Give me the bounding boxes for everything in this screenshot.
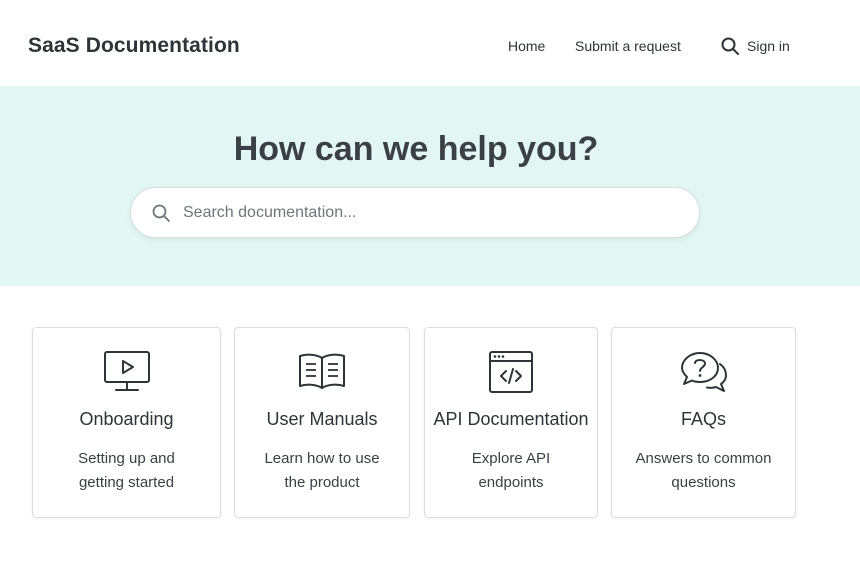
category-card-onboarding[interactable]: Onboarding Setting up and getting starte… [32, 327, 221, 518]
card-description: Setting up and getting started [45, 447, 208, 495]
card-description-line: the product [284, 474, 360, 491]
card-description-line: Explore API [471, 450, 551, 467]
sign-in-link[interactable]: Sign in [747, 38, 790, 54]
card-description-line: getting started [78, 474, 175, 491]
search-box[interactable] [130, 187, 700, 238]
card-title: API Documentation [433, 409, 589, 429]
question-chat-icon [680, 350, 728, 394]
card-description: Learn how to use the product [247, 447, 397, 495]
card-title: User Manuals [266, 409, 378, 429]
category-card-faqs[interactable]: FAQs Answers to common questions [611, 327, 796, 518]
nav-submit-request-link[interactable]: Submit a request [575, 38, 681, 54]
card-description: Explore API endpoints [437, 447, 585, 495]
card-title: FAQs [680, 409, 726, 429]
site-header: SaaS Documentation Home Submit a request… [0, 0, 860, 86]
nav-home-link[interactable]: Home [508, 38, 545, 54]
video-monitor-icon [103, 350, 151, 394]
brand-title[interactable]: SaaS Documentation [28, 34, 240, 58]
hero-title: How can we help you? [233, 130, 599, 168]
card-description-line: questions [671, 474, 736, 491]
card-title: Onboarding [79, 409, 174, 429]
hero-section: How can we help you? [0, 86, 860, 286]
card-description-line: Setting up and [78, 450, 175, 467]
category-card-api-documentation[interactable]: API Documentation Explore API endpoints [424, 327, 598, 518]
search-icon[interactable] [720, 36, 740, 56]
book-icon [298, 350, 346, 394]
card-description-line: Answers to common [635, 450, 772, 467]
card-description: Answers to common questions [624, 447, 783, 495]
search-input[interactable] [183, 188, 683, 237]
category-card-user-manuals[interactable]: User Manuals Learn how to use the produc… [234, 327, 410, 518]
card-description-line: Learn how to use [264, 450, 380, 467]
card-description-line: endpoints [478, 474, 544, 491]
code-window-icon [487, 350, 535, 394]
search-icon [151, 203, 171, 223]
